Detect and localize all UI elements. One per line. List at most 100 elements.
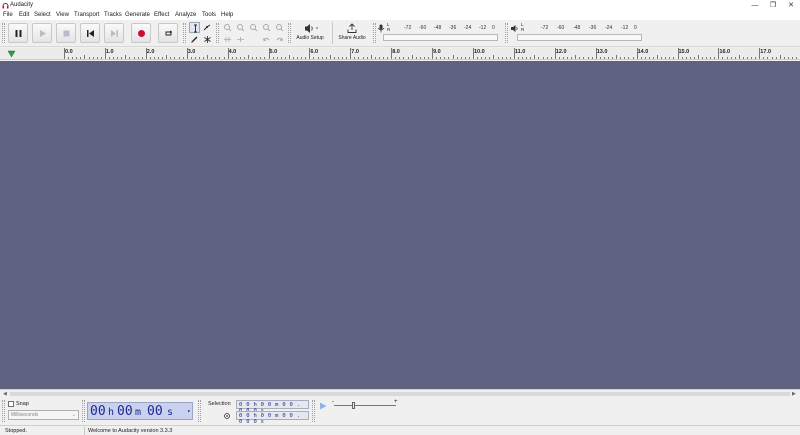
menu-view[interactable]: View <box>56 12 69 19</box>
ruler-tick <box>293 57 295 59</box>
slider-track[interactable] <box>334 405 396 406</box>
pause-button[interactable] <box>8 23 28 43</box>
undo-button[interactable] <box>261 34 272 45</box>
play-button[interactable] <box>32 23 52 43</box>
ruler-tick <box>513 48 515 59</box>
selection-grip[interactable] <box>198 400 201 422</box>
toolbar-grip[interactable] <box>2 23 5 43</box>
ruler-tick <box>448 57 450 59</box>
ruler-tick <box>607 57 609 59</box>
menu-tools[interactable]: Tools <box>202 12 216 19</box>
menu-help[interactable]: Help <box>221 12 233 19</box>
audio-setup-grip[interactable] <box>288 23 291 43</box>
ruler-tick <box>243 57 245 59</box>
timeline-options-icon[interactable] <box>7 50 16 58</box>
fit-project-button[interactable] <box>261 22 272 33</box>
trim-icon <box>224 37 231 42</box>
envelope-tool[interactable] <box>202 22 213 33</box>
edit-grip[interactable] <box>216 23 219 43</box>
menu-transport[interactable]: Transport <box>74 12 99 19</box>
timeline-ruler[interactable]: 0.0 1.0 2.0 3.0 4.0 5.0 6.0 7.0 8.0 9.0 10.0 11.0 12… <box>0 48 800 60</box>
snap-unit-dropdown[interactable]: Milliseconds ⌄ <box>8 410 79 420</box>
audio-setup-button[interactable]: Audio Setup <box>292 21 328 46</box>
close-button[interactable]: ✕ <box>786 1 796 10</box>
menu-generate[interactable]: Generate <box>125 12 150 19</box>
menu-analyze[interactable]: Analyze <box>175 12 196 19</box>
ruler-tick <box>333 57 335 59</box>
slider-thumb[interactable] <box>352 402 355 409</box>
tools-grip[interactable] <box>183 23 186 43</box>
ruler-tick <box>248 55 250 59</box>
selection-settings-icon[interactable] <box>223 412 231 420</box>
zoom-in-button[interactable] <box>222 22 233 33</box>
horizontal-scrollbar[interactable]: ◀ ▶ <box>0 389 800 398</box>
playback-speed-slider[interactable]: - + <box>331 399 401 412</box>
ruler-tick <box>239 57 241 59</box>
ruler-tick <box>350 48 352 59</box>
ruler-tick <box>88 57 90 59</box>
asterisk-icon <box>204 36 211 43</box>
ruler-tick <box>170 57 172 59</box>
maximize-button[interactable]: ❐ <box>768 1 778 10</box>
track-area[interactable] <box>0 61 800 389</box>
menu-select[interactable]: Select <box>34 12 51 19</box>
silence-button[interactable] <box>235 34 246 45</box>
scroll-left-icon[interactable]: ◀ <box>3 391 7 397</box>
zoom-toggle-button[interactable] <box>274 22 285 33</box>
zoom-out-button[interactable] <box>235 22 246 33</box>
ruler-tick <box>149 57 151 59</box>
play-meter-bar[interactable] <box>517 34 642 41</box>
play-meter[interactable]: L R -72 -60 -48 -36 -24 -12 0 <box>521 22 639 33</box>
draw-tool[interactable] <box>189 34 200 45</box>
snap-checkbox[interactable] <box>8 401 14 407</box>
ruler-tick <box>403 57 405 59</box>
play-meter-grip[interactable] <box>505 23 508 43</box>
stop-button[interactable] <box>56 23 76 43</box>
trim-button[interactable] <box>222 34 233 45</box>
menu-edit[interactable]: Edit <box>19 12 29 19</box>
selection-start-field[interactable]: 0 0 h 0 0 m 0 0 . 0 0 0 s <box>236 400 309 414</box>
skip-to-start-button[interactable] <box>80 23 100 43</box>
selection-end-field[interactable]: 0 0 h 0 0 m 0 0 . 0 0 0 s <box>236 411 309 425</box>
minimize-button[interactable]: — <box>750 1 760 10</box>
play-at-speed-icon[interactable] <box>318 401 328 411</box>
play-at-speed-grip[interactable] <box>312 400 315 422</box>
menu-tracks[interactable]: Tracks <box>104 12 122 19</box>
ruler-tick-label: 3.0 <box>187 49 196 55</box>
menu-file[interactable]: File <box>3 12 13 19</box>
ruler-tick-label: 5.0 <box>269 49 278 55</box>
ruler-tick <box>231 57 233 59</box>
selection-tool[interactable] <box>189 22 200 33</box>
record-meter[interactable]: L R -72 -60 -48 -36 -24 -12 0 <box>387 22 497 33</box>
meter-grip[interactable] <box>373 23 376 43</box>
ruler-tick <box>644 57 646 59</box>
record-button[interactable] <box>131 23 151 43</box>
ruler-tick <box>501 57 503 59</box>
snap-grip[interactable] <box>2 400 5 422</box>
fit-selection-button[interactable] <box>248 22 259 33</box>
multi-tool[interactable] <box>202 34 213 45</box>
scroll-right-icon[interactable]: ▶ <box>792 391 796 397</box>
loop-button[interactable] <box>158 23 178 43</box>
audio-position-display[interactable]: 00 h 00 m 00 s ▾ <box>87 402 193 420</box>
ruler-tick-label: 14.0 <box>637 49 649 55</box>
ruler-tick-label: 7.0 <box>351 49 359 55</box>
ruler-tick <box>796 57 798 59</box>
scrollbar-track[interactable] <box>10 392 790 396</box>
envelope-icon <box>203 24 211 31</box>
ruler-tick <box>96 57 98 59</box>
microphone-icon[interactable] <box>377 24 385 33</box>
menu-effect[interactable]: Effect <box>154 12 169 19</box>
ruler-tick <box>444 57 446 59</box>
ruler-tick <box>182 57 184 59</box>
ruler-tick-label: 9.0 <box>433 49 441 55</box>
ruler-tick <box>612 57 614 59</box>
time-format-dropdown-icon[interactable]: ▾ <box>187 408 191 415</box>
share-audio-button[interactable]: Share Audio <box>334 21 370 46</box>
record-meter-bar[interactable] <box>383 34 498 41</box>
ruler-tick <box>722 57 724 59</box>
time-grip[interactable] <box>82 400 85 422</box>
speaker-icon[interactable] <box>510 24 519 33</box>
skip-to-end-button[interactable] <box>104 23 124 43</box>
redo-button[interactable] <box>274 34 285 45</box>
